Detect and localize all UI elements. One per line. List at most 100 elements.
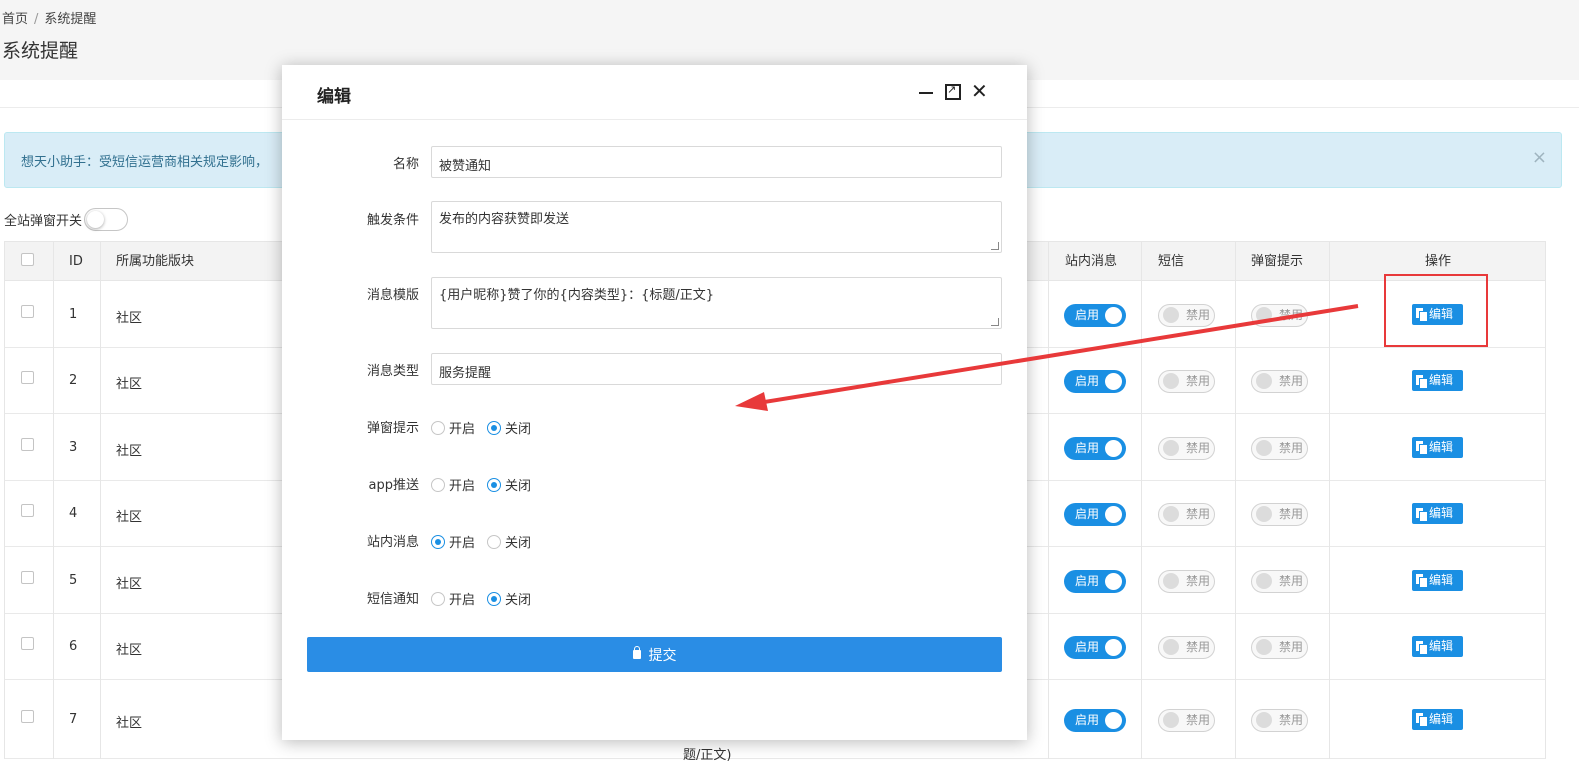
popup-toggle[interactable]: 禁用 xyxy=(1251,370,1308,393)
app-push-off-label[interactable]: 关闭 xyxy=(505,475,531,494)
app-push-label: app推送 xyxy=(368,478,419,493)
row-module: 社区 xyxy=(116,377,143,392)
site-msg-toggle[interactable]: 启用 xyxy=(1064,636,1126,659)
edit-button-label: 编辑 xyxy=(1429,711,1454,726)
edit-modal: 编辑 ✕ 名称 被赞通知 触发条件 发布的内容获赞即发送 消息模版 {用户昵称}… xyxy=(282,65,1027,740)
lock-icon xyxy=(632,646,641,659)
app-push-on-label[interactable]: 开启 xyxy=(449,475,475,494)
sms-radio-group: 开启 关闭 xyxy=(431,589,543,608)
copy-doc-icon xyxy=(1416,441,1428,455)
minimize-icon[interactable] xyxy=(918,84,934,100)
popup-toggle[interactable]: 禁用 xyxy=(1251,636,1308,659)
breadcrumb-home[interactable]: 首页 xyxy=(2,12,28,27)
row-id: 6 xyxy=(69,639,78,654)
template-textarea[interactable]: {用户昵称}赞了你的{内容类型}：{标题/正文} xyxy=(431,277,1002,329)
row-module: 社区 xyxy=(116,643,143,658)
modal-header: 编辑 ✕ xyxy=(282,65,1027,120)
edit-button-label: 编辑 xyxy=(1429,439,1454,454)
popup-off-label[interactable]: 关闭 xyxy=(505,418,531,437)
site-msg-toggle[interactable]: 启用 xyxy=(1064,370,1126,393)
edit-button[interactable]: 编辑 xyxy=(1412,708,1463,730)
sms-toggle[interactable]: 禁用 xyxy=(1158,503,1215,526)
site-msg-on-radio[interactable] xyxy=(431,534,445,549)
copy-doc-icon xyxy=(1416,640,1428,655)
sms-on-label[interactable]: 开启 xyxy=(449,589,475,608)
popup-on-label[interactable]: 开启 xyxy=(449,418,475,437)
row-id: 3 xyxy=(69,439,78,455)
copy-doc-icon xyxy=(1416,507,1428,522)
row-id: 5 xyxy=(69,572,78,588)
trigger-textarea[interactable]: 发布的内容获赞即发送 xyxy=(431,201,1002,253)
maximize-icon[interactable] xyxy=(945,83,961,100)
global-popup-switch[interactable] xyxy=(84,208,129,231)
msg-type-label: 消息类型 xyxy=(366,364,419,379)
row-id: 2 xyxy=(69,373,78,388)
name-input[interactable]: 被赞通知 xyxy=(431,146,1002,178)
global-popup-toggle: 全站弹窗开关 xyxy=(4,208,129,231)
select-all-checkbox[interactable] xyxy=(21,253,34,266)
row-id: 4 xyxy=(69,506,78,521)
row-module: 社区 xyxy=(116,310,143,326)
msg-type-input[interactable]: 服务提醒 xyxy=(431,353,1002,385)
table-overflow-text: 题/正文) xyxy=(683,748,732,763)
popup-on-radio[interactable] xyxy=(431,420,445,435)
app-push-on-radio[interactable] xyxy=(431,477,445,492)
row-checkbox[interactable] xyxy=(21,637,34,650)
site-msg-off-radio[interactable] xyxy=(487,534,502,549)
popup-toggle[interactable]: 禁用 xyxy=(1251,503,1308,526)
edit-button[interactable]: 编辑 xyxy=(1412,636,1463,657)
row-checkbox[interactable] xyxy=(21,570,34,584)
site-msg-on-label[interactable]: 开启 xyxy=(449,532,475,551)
popup-radio-group: 开启 关闭 xyxy=(431,418,543,437)
row-module: 社区 xyxy=(116,715,143,731)
site-msg-label: 站内消息 xyxy=(366,535,419,550)
edit-button-label: 编辑 xyxy=(1429,506,1454,520)
close-icon[interactable]: ✕ xyxy=(971,79,988,103)
breadcrumb-current: 系统提醒 xyxy=(44,12,97,27)
sms-toggle[interactable]: 禁用 xyxy=(1158,569,1215,593)
row-checkbox[interactable] xyxy=(21,437,34,451)
sms-toggle[interactable]: 禁用 xyxy=(1158,708,1215,732)
global-popup-label: 全站弹窗开关 xyxy=(4,214,83,229)
popup-toggle[interactable]: 禁用 xyxy=(1251,569,1308,593)
sms-off-label[interactable]: 关闭 xyxy=(505,589,531,608)
edit-button[interactable]: 编辑 xyxy=(1412,370,1463,391)
modal-title: 编辑 xyxy=(317,87,351,107)
site-msg-toggle[interactable]: 启用 xyxy=(1064,303,1126,327)
edit-button-label: 编辑 xyxy=(1429,639,1454,653)
edit-button[interactable]: 编辑 xyxy=(1412,436,1463,458)
row-checkbox[interactable] xyxy=(21,709,34,723)
site-msg-toggle[interactable]: 启用 xyxy=(1064,708,1126,732)
edit-button[interactable]: 编辑 xyxy=(1412,503,1463,524)
sms-on-radio[interactable] xyxy=(431,591,445,606)
sms-off-radio[interactable] xyxy=(487,591,502,606)
popup-toggle[interactable]: 禁用 xyxy=(1251,708,1308,732)
site-msg-toggle[interactable]: 启用 xyxy=(1064,569,1126,593)
col-module: 所属功能版块 xyxy=(116,254,195,269)
row-checkbox[interactable] xyxy=(21,504,34,517)
annotation-highlight-box xyxy=(1384,274,1488,347)
popup-toggle[interactable]: 禁用 xyxy=(1251,303,1308,327)
site-msg-toggle[interactable]: 启用 xyxy=(1064,436,1126,460)
sms-toggle[interactable]: 禁用 xyxy=(1158,303,1215,327)
popup-label: 弹窗提示 xyxy=(366,421,419,436)
popup-off-radio[interactable] xyxy=(487,420,502,435)
copy-doc-icon xyxy=(1416,574,1428,588)
edit-button[interactable]: 编辑 xyxy=(1412,569,1463,591)
popup-toggle[interactable]: 禁用 xyxy=(1251,436,1308,460)
col-sms: 短信 xyxy=(1158,254,1185,269)
alert-text: 想天小助手：受短信运营商相关规定影响， xyxy=(21,155,269,170)
sms-toggle[interactable]: 禁用 xyxy=(1158,636,1215,659)
sms-toggle[interactable]: 禁用 xyxy=(1158,370,1215,393)
alert-close-icon[interactable]: × xyxy=(1532,147,1547,168)
site-msg-toggle[interactable]: 启用 xyxy=(1064,503,1126,526)
trigger-label: 触发条件 xyxy=(366,213,419,228)
sms-toggle[interactable]: 禁用 xyxy=(1158,436,1215,460)
row-checkbox[interactable] xyxy=(21,371,34,384)
row-checkbox[interactable] xyxy=(21,304,34,318)
submit-button[interactable]: 提交 xyxy=(307,637,1002,672)
app-push-off-radio[interactable] xyxy=(487,477,502,492)
edit-button-label: 编辑 xyxy=(1429,373,1454,387)
copy-doc-icon xyxy=(1416,713,1428,727)
site-msg-off-label[interactable]: 关闭 xyxy=(505,532,531,551)
